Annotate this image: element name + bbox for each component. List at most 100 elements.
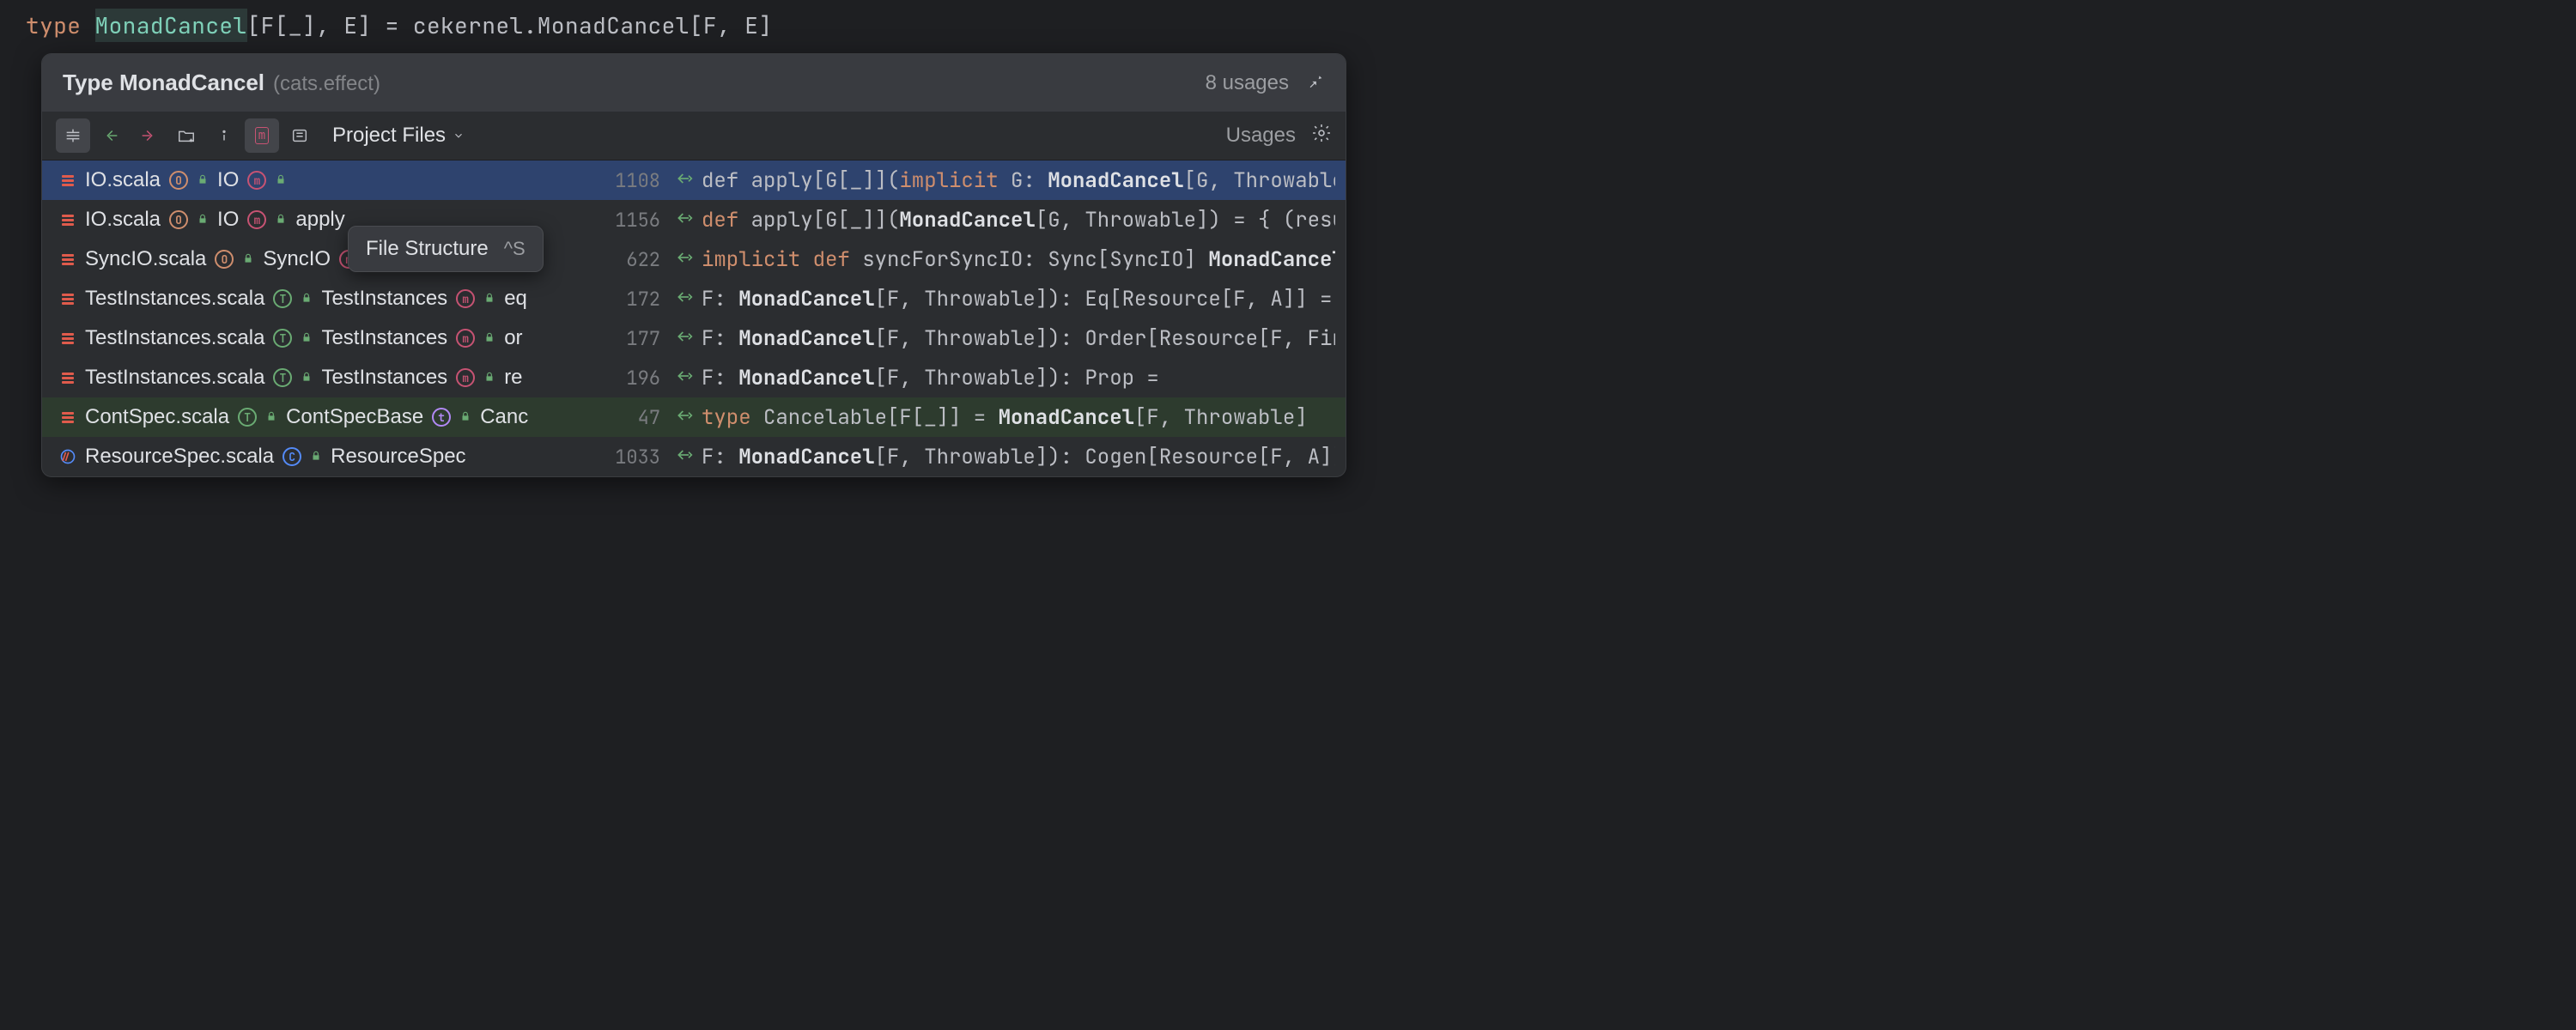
lock-icon bbox=[483, 371, 495, 385]
usage-row[interactable]: IO.scalaOIOmapply1156def apply[G[_]](Mon… bbox=[42, 200, 1346, 239]
scala-file-icon bbox=[59, 409, 76, 426]
lock-icon bbox=[275, 213, 287, 227]
usage-row[interactable]: TestInstances.scalaTTestInstancesmre196F… bbox=[42, 358, 1346, 397]
T-kind-icon: T bbox=[273, 329, 292, 348]
usage-code-preview: implicit def syncForSyncIO: Sync[SyncIO]… bbox=[676, 246, 1335, 273]
line-number: 622 bbox=[609, 247, 660, 272]
file-name: SyncIO.scala bbox=[85, 247, 206, 271]
gear-icon[interactable] bbox=[1311, 123, 1332, 149]
usage-row[interactable]: ResourceSpec.scalaCResourceSpec1033F: Mo… bbox=[42, 437, 1346, 476]
usage-row-path: ResourceSpec.scalaCResourceSpec bbox=[42, 445, 609, 469]
usage-row-path: TestInstances.scalaTTestInstancesmeq bbox=[42, 287, 609, 311]
file-name: IO.scala bbox=[85, 208, 161, 232]
usages-label: Usages bbox=[1226, 124, 1296, 148]
jump-arrow-icon bbox=[676, 365, 693, 391]
usages-popup: Type MonadCancel (cats.effect) 8 usages … bbox=[41, 53, 1346, 477]
usage-row[interactable]: TestInstances.scalaTTestInstancesmeq172F… bbox=[42, 279, 1346, 318]
file-name: ResourceSpec.scala bbox=[85, 445, 274, 469]
member-name: eq bbox=[504, 287, 527, 311]
lock-icon bbox=[197, 213, 209, 227]
prev-occurrence-icon[interactable] bbox=[94, 118, 128, 153]
jump-arrow-icon bbox=[676, 207, 693, 233]
usage-row-path: IO.scala O IO m bbox=[42, 168, 609, 192]
popup-title-sub: (cats.effect) bbox=[273, 72, 380, 96]
O-kind-icon: O bbox=[215, 250, 234, 269]
file-name: TestInstances.scala bbox=[85, 287, 264, 311]
class-name: IO bbox=[217, 168, 239, 192]
usage-row-path: TestInstances.scalaTTestInstancesmre bbox=[42, 366, 609, 390]
popup-toolbar: m Project Files Usages bbox=[42, 112, 1346, 161]
lock-icon bbox=[310, 450, 322, 464]
jump-arrow-icon bbox=[676, 325, 693, 352]
pin-icon[interactable] bbox=[1306, 70, 1325, 95]
line-number: 47 bbox=[609, 405, 660, 430]
lock-icon bbox=[197, 173, 209, 188]
usage-code-preview: def apply[G[_]](MonadCancel[G, Throwable… bbox=[676, 207, 1335, 233]
jump-arrow-icon bbox=[676, 286, 693, 312]
O-kind-icon: O bbox=[169, 171, 188, 190]
m-kind-icon: m bbox=[456, 368, 475, 387]
class-name: ContSpecBase bbox=[286, 405, 423, 429]
scala-file-icon bbox=[59, 290, 76, 307]
usage-row-path: TestInstances.scalaTTestInstancesmor bbox=[42, 326, 609, 350]
file-structure-icon[interactable]: m bbox=[245, 118, 279, 153]
m-kind-icon: m bbox=[456, 329, 475, 348]
T-kind-icon: T bbox=[238, 408, 257, 427]
jump-arrow-icon bbox=[676, 404, 693, 431]
class-name: IO bbox=[217, 208, 239, 232]
expand-all-icon[interactable] bbox=[56, 118, 90, 153]
file-name: ContSpec.scala bbox=[85, 405, 229, 429]
member-name: Canc bbox=[480, 405, 528, 429]
T-kind-icon: T bbox=[273, 368, 292, 387]
class-name: SyncIO bbox=[263, 247, 331, 271]
lock-icon bbox=[301, 331, 313, 346]
next-occurrence-icon[interactable] bbox=[131, 118, 166, 153]
line-number: 1108 bbox=[609, 168, 660, 193]
keyword-type: type bbox=[26, 10, 81, 40]
member-name: or bbox=[504, 326, 522, 350]
class-name: ResourceSpec bbox=[331, 445, 465, 469]
lock-icon bbox=[265, 410, 277, 425]
usage-code-preview: F: MonadCancel[F, Throwable]): Prop = bbox=[676, 365, 1335, 391]
jump-arrow-icon bbox=[676, 167, 693, 194]
usages-count: 8 usages bbox=[1206, 71, 1289, 95]
member-name: re bbox=[504, 366, 522, 390]
editor-code-line: type MonadCancel[F[_], E] = cekernel.Mon… bbox=[0, 0, 2576, 51]
lock-icon bbox=[242, 252, 254, 267]
scope-dropdown[interactable]: Project Files bbox=[332, 124, 465, 148]
line-number: 172 bbox=[609, 287, 660, 312]
info-icon[interactable] bbox=[207, 118, 241, 153]
usage-code-preview: F: MonadCancel[F, Throwable]): Order[Res… bbox=[676, 325, 1335, 352]
usage-code-preview: type Cancelable[F[_]] = MonadCancel[F, T… bbox=[676, 404, 1335, 431]
lock-icon bbox=[459, 410, 471, 425]
member-name: apply bbox=[295, 208, 344, 232]
preview-icon[interactable] bbox=[283, 118, 317, 153]
m-kind-icon: m bbox=[247, 171, 266, 190]
jump-arrow-icon bbox=[676, 246, 693, 273]
class-file-icon bbox=[59, 448, 76, 465]
new-folder-icon[interactable] bbox=[169, 118, 204, 153]
line-number: 1156 bbox=[609, 208, 660, 233]
usage-row[interactable]: IO.scalaOIOm1108def apply[G[_]](implicit… bbox=[42, 161, 1346, 200]
lock-icon bbox=[483, 331, 495, 346]
popup-title-main: Type MonadCancel bbox=[63, 70, 264, 96]
O-kind-icon: O bbox=[169, 210, 188, 229]
line-number: 196 bbox=[609, 366, 660, 391]
scala-file-icon bbox=[59, 369, 76, 386]
usage-code-preview: F: MonadCancel[F, Throwable]): Cogen[Res… bbox=[676, 444, 1335, 470]
t-kind-icon: t bbox=[432, 408, 451, 427]
usage-row[interactable]: TestInstances.scalaTTestInstancesmor177F… bbox=[42, 318, 1346, 358]
usage-row[interactable]: ContSpec.scala T ContSpecBase t Canc 47 type C… bbox=[42, 397, 1346, 437]
scala-file-icon bbox=[59, 330, 76, 347]
m-kind-icon: m bbox=[456, 289, 475, 308]
popup-header: Type MonadCancel (cats.effect) 8 usages bbox=[42, 54, 1346, 112]
class-name: TestInstances bbox=[321, 287, 447, 311]
lock-icon bbox=[301, 292, 313, 306]
file-name: IO.scala bbox=[85, 168, 161, 192]
lock-icon bbox=[301, 371, 313, 385]
scala-file-icon bbox=[59, 211, 76, 228]
usage-row[interactable]: SyncIO.scalaOSyncIOmsyncForSyncIO622impl… bbox=[42, 239, 1346, 279]
type-generics: [F[_], E] bbox=[247, 10, 372, 40]
scala-file-icon bbox=[59, 172, 76, 189]
lock-icon bbox=[483, 292, 495, 306]
